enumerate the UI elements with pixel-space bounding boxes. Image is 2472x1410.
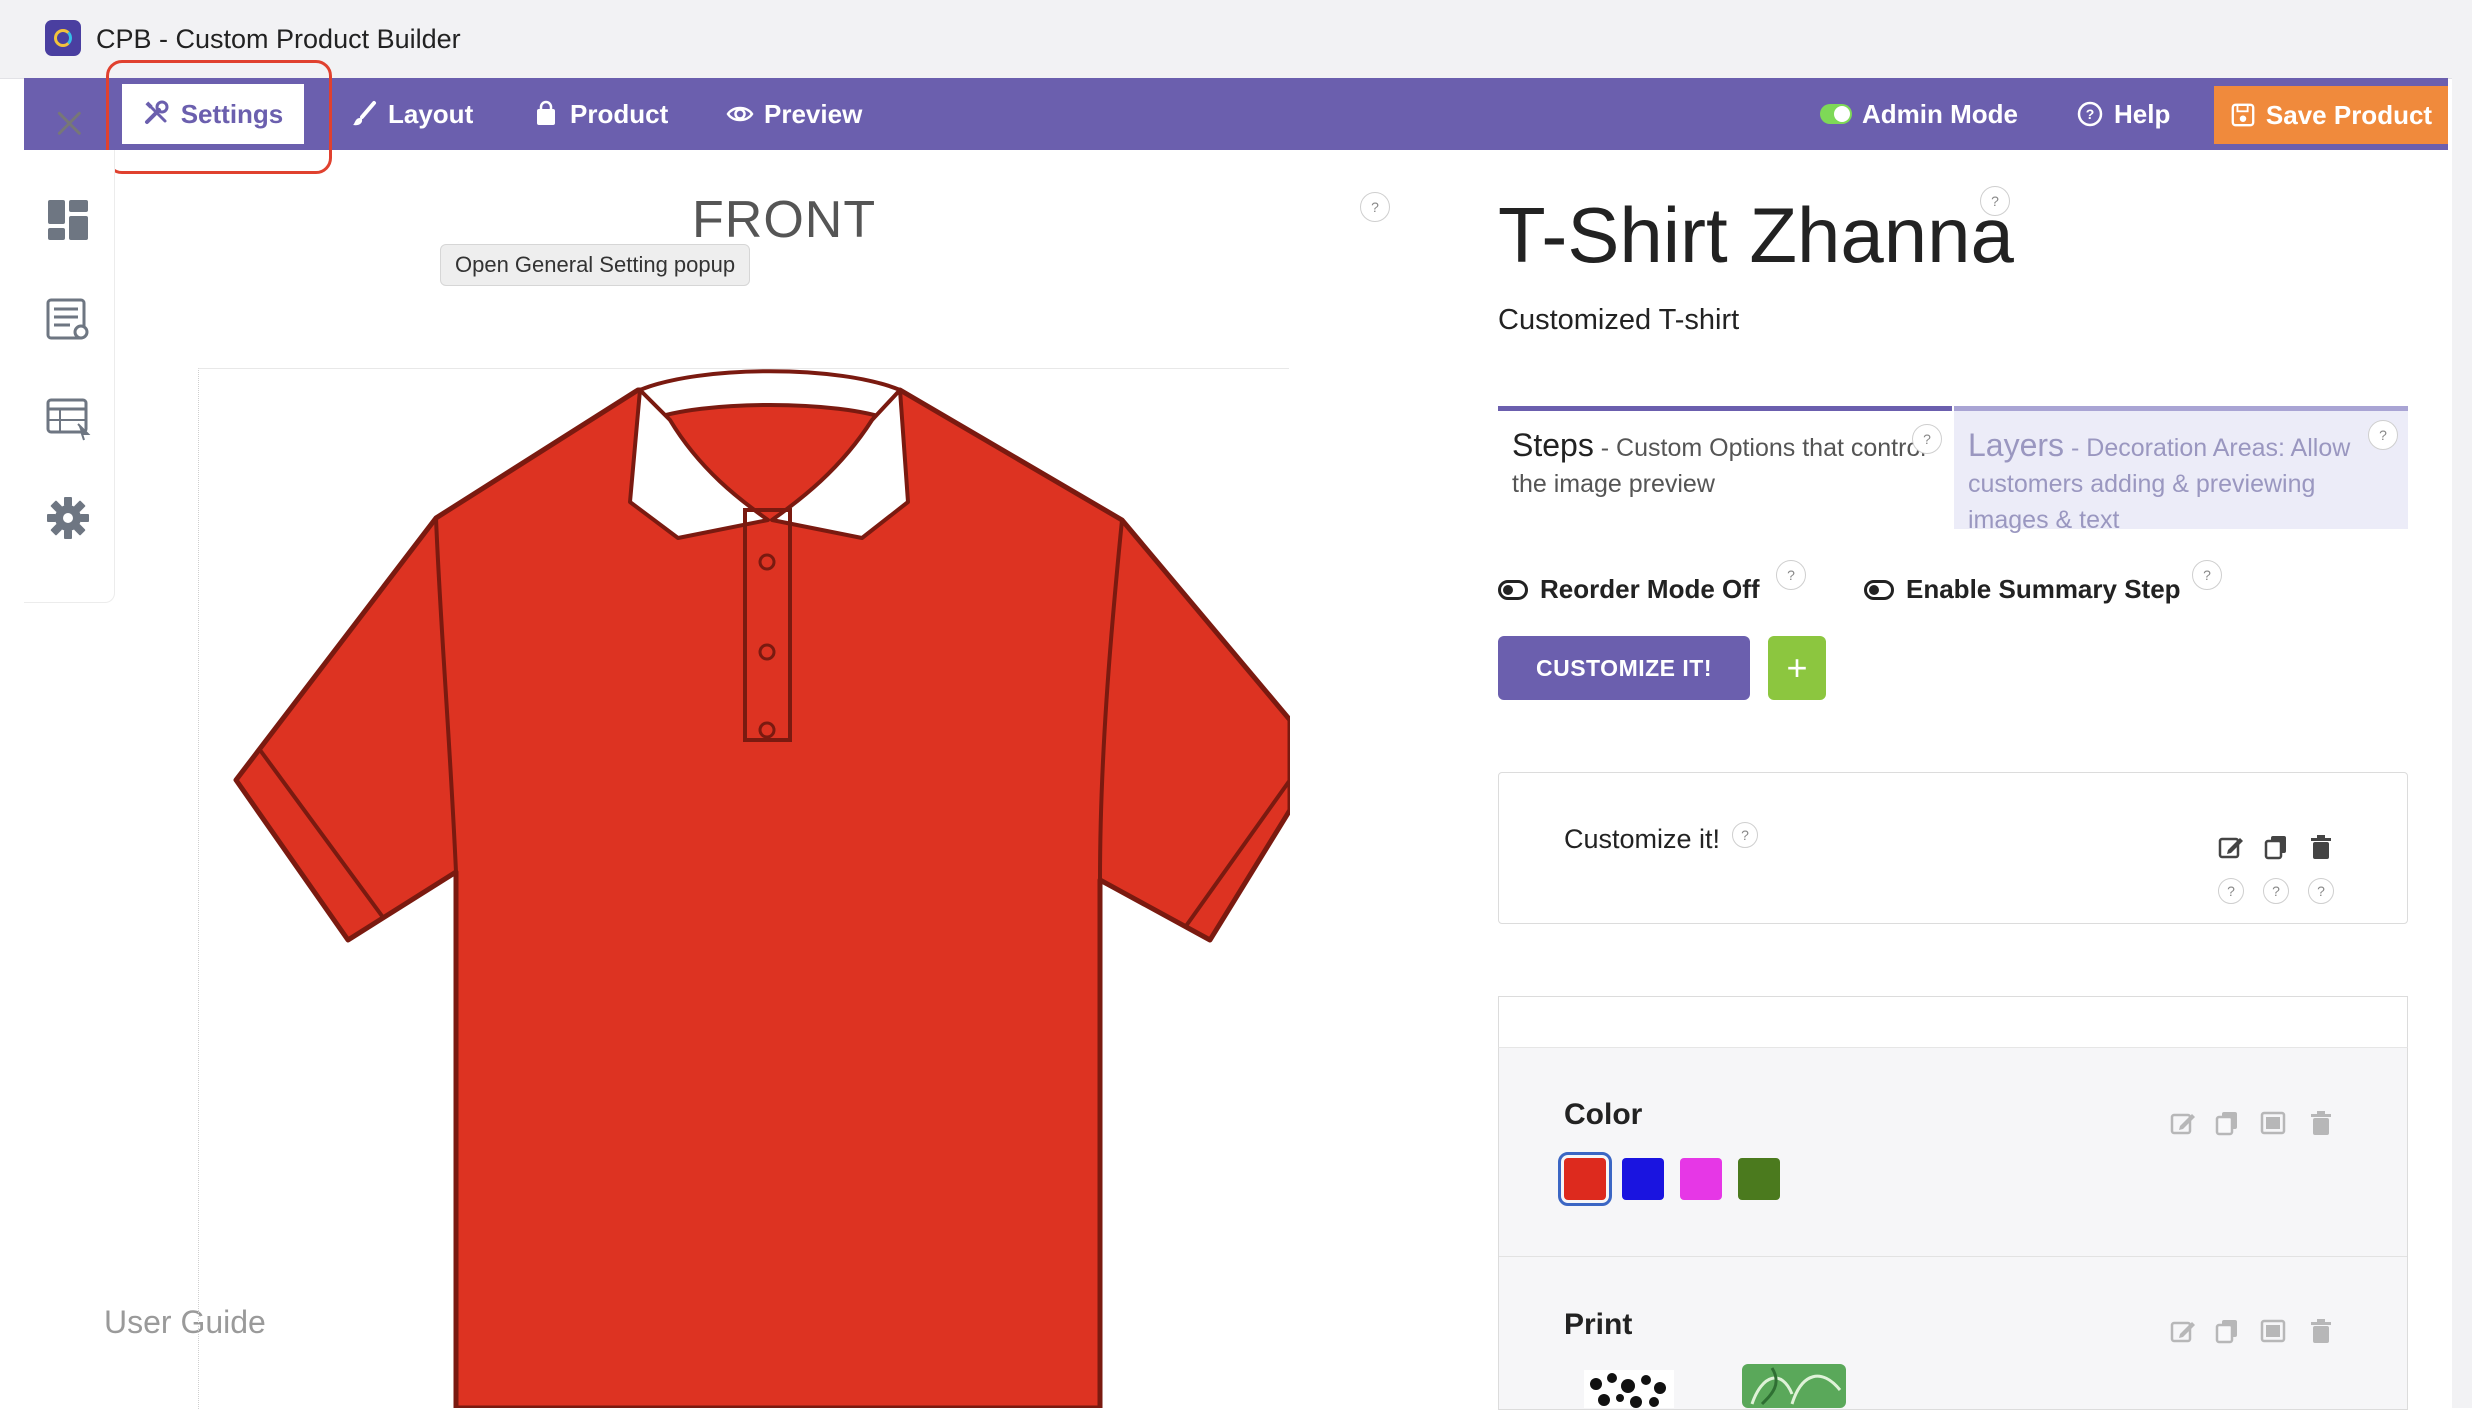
floppy-disk-icon bbox=[2231, 103, 2255, 127]
step-help-icon[interactable]: ? bbox=[1732, 822, 1758, 848]
trash-help-icon[interactable]: ? bbox=[2308, 878, 2334, 904]
app-logo-icon bbox=[45, 20, 81, 56]
admin-mode-label: Admin Mode bbox=[1862, 98, 2018, 129]
toggle-on-icon bbox=[1820, 104, 1852, 124]
layout-button[interactable]: Layout bbox=[350, 82, 473, 146]
shirt-body bbox=[233, 387, 1290, 1408]
toggle-off-icon bbox=[1498, 579, 1528, 600]
summary-step-label: Enable Summary Step bbox=[1906, 574, 2181, 604]
edit-icon[interactable] bbox=[2170, 1318, 2196, 1344]
reorder-mode-label: Reorder Mode Off bbox=[1540, 574, 1760, 604]
tab-steps-name: Steps bbox=[1512, 427, 1594, 463]
print-swatch-leaves[interactable] bbox=[1742, 1364, 1846, 1408]
step-title: Customize it! bbox=[1564, 824, 1721, 854]
settings-label: Settings bbox=[180, 98, 284, 129]
steps-help-icon[interactable]: ? bbox=[1912, 424, 1942, 454]
color-swatch-red[interactable] bbox=[1558, 1152, 1612, 1206]
help-tooltip-icon[interactable]: ? bbox=[1360, 192, 1390, 222]
shopping-bag-icon bbox=[537, 100, 555, 125]
summary-step-toggle[interactable]: Enable Summary Step bbox=[1864, 574, 2181, 605]
reorder-mode-toggle[interactable]: Reorder Mode Off bbox=[1498, 574, 1760, 605]
copy-icon[interactable] bbox=[2214, 1318, 2240, 1344]
color-swatch-green[interactable] bbox=[1738, 1158, 1780, 1200]
trash-icon[interactable] bbox=[2308, 1318, 2334, 1344]
toggle-off-icon bbox=[1864, 579, 1894, 600]
product-subtitle: Customized T-shirt bbox=[1498, 304, 1740, 336]
option-divider bbox=[1499, 1256, 2407, 1257]
option-title-print: Print bbox=[1564, 1308, 1633, 1341]
edit-icon[interactable] bbox=[2170, 1110, 2196, 1136]
product-label: Product bbox=[570, 98, 669, 129]
save-product-button[interactable]: Save Product bbox=[2214, 86, 2448, 144]
edit-icon[interactable] bbox=[2218, 834, 2244, 860]
product-button[interactable]: Product bbox=[532, 82, 668, 146]
tab-layers-name: Layers bbox=[1968, 427, 2065, 463]
view-label: FRONT bbox=[692, 191, 877, 249]
window-title: CPB - Custom Product Builder bbox=[96, 24, 461, 54]
tab-layers[interactable]: Layers - Decoration Areas: Allow custome… bbox=[1954, 406, 2408, 534]
help-label: Help bbox=[2114, 98, 2171, 129]
summary-help-icon[interactable]: ? bbox=[2192, 560, 2222, 590]
copy-icon[interactable] bbox=[2214, 1110, 2240, 1136]
help-button[interactable]: ? Help bbox=[2076, 82, 2170, 146]
options-list-header bbox=[1498, 996, 2408, 1048]
help-circle-icon: ? bbox=[2077, 101, 2103, 127]
preview-label: Preview bbox=[764, 98, 863, 129]
polo-shirt-preview[interactable] bbox=[200, 360, 1290, 1408]
eye-icon bbox=[726, 106, 754, 122]
product-title: T-Shirt Zhanna bbox=[1498, 191, 2014, 279]
tools-icon bbox=[144, 100, 169, 124]
copy-icon[interactable] bbox=[2263, 834, 2289, 860]
copy-help-icon[interactable]: ? bbox=[2263, 878, 2289, 904]
image-icon[interactable] bbox=[2260, 1318, 2286, 1344]
layers-help-icon[interactable]: ? bbox=[2368, 420, 2398, 450]
image-icon[interactable] bbox=[2260, 1110, 2286, 1136]
color-swatch-blue[interactable] bbox=[1622, 1158, 1664, 1200]
admin-mode-toggle[interactable]: Admin Mode bbox=[1820, 82, 2018, 146]
trash-icon[interactable] bbox=[2308, 1110, 2334, 1136]
gear-icon[interactable] bbox=[44, 494, 92, 542]
window-frame bbox=[2452, 0, 2472, 1408]
settings-button[interactable]: Settings bbox=[122, 84, 304, 144]
trash-icon[interactable] bbox=[2308, 834, 2334, 860]
tab-steps[interactable]: Steps - Custom Options that control the … bbox=[1498, 406, 1952, 529]
preview-button[interactable]: Preview bbox=[726, 82, 862, 146]
options-list bbox=[1498, 996, 2408, 1410]
save-product-label: Save Product bbox=[2265, 99, 2433, 130]
layout-label: Layout bbox=[388, 98, 474, 129]
title-bar: CPB - Custom Product Builder bbox=[0, 0, 2472, 79]
color-swatch-magenta[interactable] bbox=[1680, 1158, 1722, 1200]
reorder-help-icon[interactable]: ? bbox=[1776, 560, 1806, 590]
option-title-color: Color bbox=[1564, 1098, 1643, 1131]
dashboard-icon[interactable] bbox=[44, 196, 92, 244]
close-icon[interactable] bbox=[56, 110, 86, 140]
brush-icon bbox=[353, 101, 376, 126]
settings-tooltip: Open General Setting popup bbox=[440, 244, 751, 286]
print-swatch-leopard[interactable] bbox=[1584, 1370, 1674, 1408]
table-settings-icon[interactable] bbox=[44, 394, 92, 442]
edit-help-icon[interactable]: ? bbox=[2218, 878, 2244, 904]
customize-it-button[interactable]: CUSTOMIZE IT! bbox=[1498, 636, 1750, 700]
title-help-icon[interactable]: ? bbox=[1980, 186, 2010, 216]
add-step-button[interactable]: + bbox=[1768, 636, 1826, 700]
list-settings-icon[interactable] bbox=[44, 296, 92, 344]
svg-text:?: ? bbox=[2086, 106, 2095, 122]
